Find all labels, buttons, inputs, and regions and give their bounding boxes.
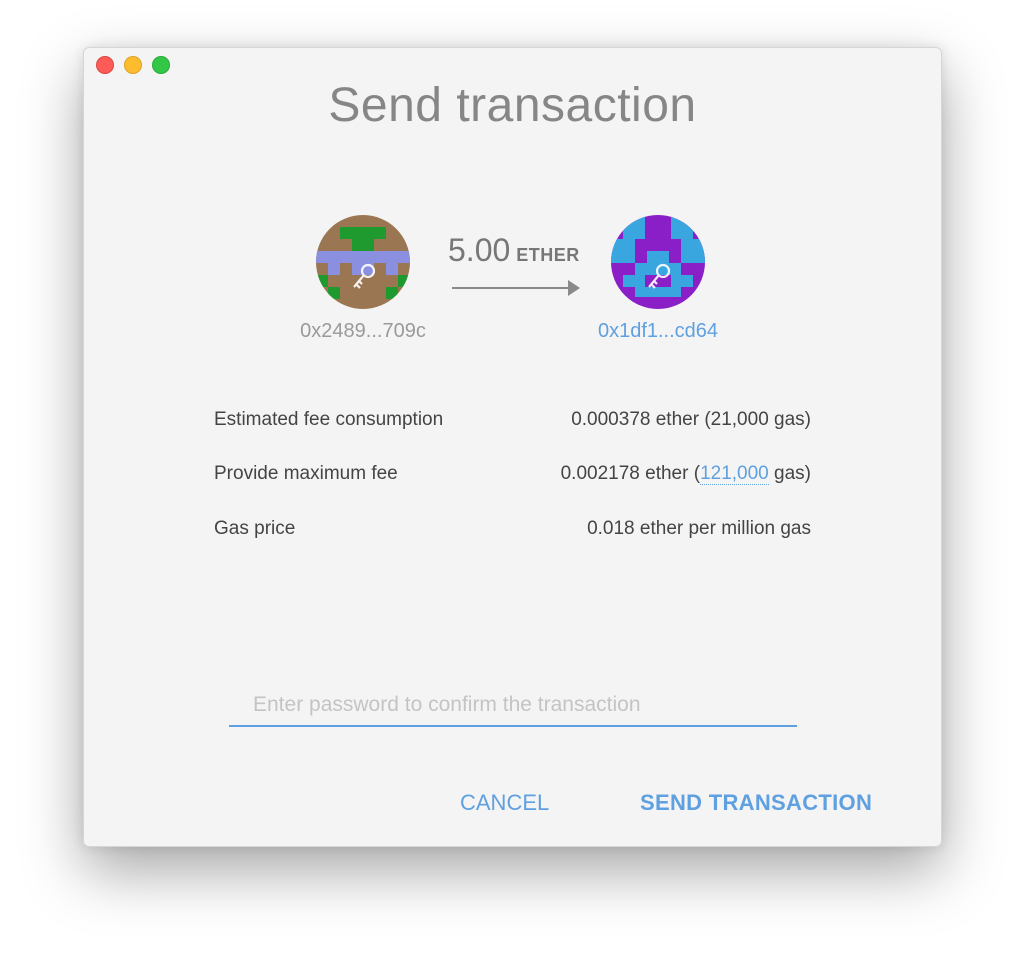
estimated-fee-row: Estimated fee consumption 0.000378 ether… [214, 405, 811, 435]
minimize-window-button[interactable] [124, 56, 142, 74]
to-account-identicon [611, 215, 705, 309]
maximum-fee-label: Provide maximum fee [214, 463, 398, 484]
gas-price-value: 0.018 ether per million gas [587, 518, 811, 539]
gas-limit-link[interactable]: 121,000 [700, 463, 769, 485]
estimated-fee-value: 0.000378 ether (21,000 gas) [571, 409, 811, 430]
maximum-fee-suffix: gas) [768, 463, 811, 484]
estimated-fee-label: Estimated fee consumption [214, 409, 444, 430]
maximum-fee-prefix: 0.002178 ether ( [560, 463, 701, 484]
from-address: 0x2489...709c [300, 320, 426, 342]
maximum-fee-value: 0.002178 ether (121,000 gas) [561, 463, 811, 485]
password-input[interactable] [229, 685, 797, 727]
close-window-button[interactable] [96, 56, 114, 74]
to-address-link[interactable]: 0x1df1...cd64 [558, 320, 758, 343]
amount-value: 5.00 [448, 232, 511, 268]
transfer-amount: 5.00 ETHER [448, 232, 588, 269]
send-transaction-button[interactable]: SEND TRANSACTION [632, 786, 880, 820]
arrow-right-icon [452, 280, 580, 296]
send-transaction-window: Send transaction 0x2489...709c 5.00ETHE [83, 47, 942, 847]
page-title: Send transaction [328, 79, 697, 132]
maximum-fee-row: Provide maximum fee 0.002178 ether (121,… [214, 459, 811, 489]
cancel-button[interactable]: CANCEL [452, 786, 557, 820]
gas-price-row: Gas price 0.018 ether per million gas [214, 514, 811, 544]
amount-unit: ETHER [516, 245, 580, 265]
window-controls [96, 56, 170, 74]
maximize-window-button[interactable] [152, 56, 170, 74]
gas-price-label: Gas price [214, 518, 296, 539]
from-account-identicon [316, 215, 410, 309]
